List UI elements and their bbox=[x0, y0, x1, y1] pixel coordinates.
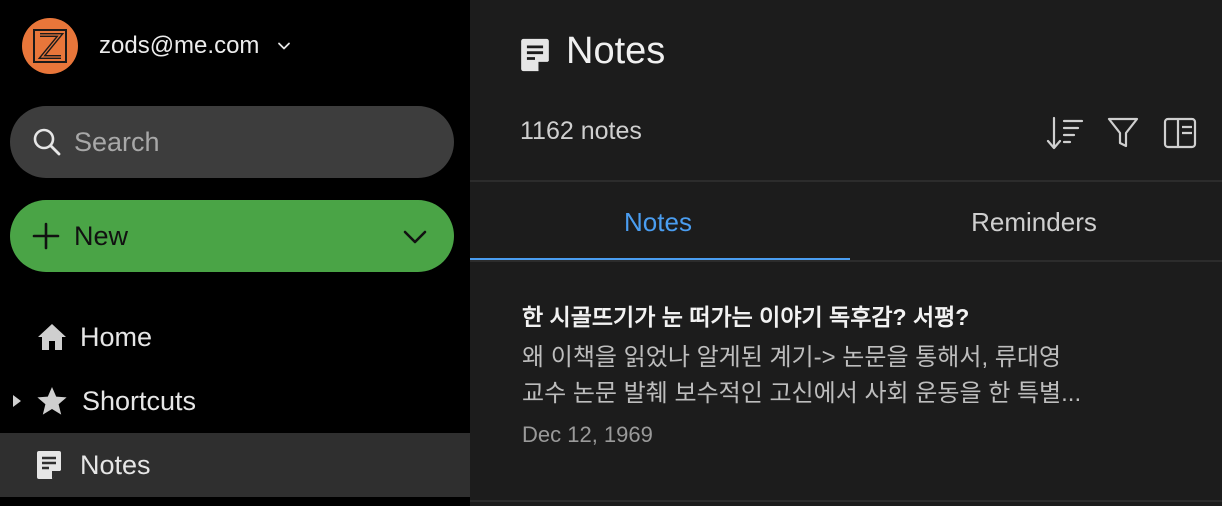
new-button-label: New bbox=[74, 220, 129, 251]
notes-panel: Notes 1162 notes Notes Reminders 한 시골뜨기가… bbox=[470, 0, 1222, 506]
search-input[interactable]: Search bbox=[10, 106, 454, 178]
search-placeholder: Search bbox=[74, 126, 160, 157]
tab-reminders[interactable]: Reminders bbox=[846, 182, 1222, 262]
sidebar-item-home[interactable]: Home bbox=[0, 305, 470, 369]
note-snippet-line: 왜 이책을 읽었나 알게된 계기-> 논문을 통해서, 류대영 bbox=[522, 344, 1062, 371]
search-icon bbox=[33, 128, 61, 156]
account-email: zods@me.com bbox=[99, 32, 260, 59]
chevron-down-icon[interactable] bbox=[402, 224, 428, 250]
note-title: 한 시골뜨기가 눈 떠가는 이야기 독후감? 서평? bbox=[522, 304, 970, 330]
caret-right-icon[interactable] bbox=[12, 394, 22, 408]
new-button[interactable]: New bbox=[10, 200, 454, 272]
home-icon bbox=[38, 324, 66, 350]
chevron-down-icon[interactable] bbox=[277, 39, 291, 53]
sidebar-item-label: Home bbox=[80, 321, 153, 352]
list-item[interactable]: 한 시골뜨기가 눈 떠가는 이야기 독후감? 서평? 왜 이책을 읽었나 알게된… bbox=[522, 298, 1182, 448]
tab-notes[interactable]: Notes bbox=[470, 182, 850, 262]
avatar[interactable] bbox=[22, 18, 78, 74]
tab-bar: Notes Reminders bbox=[470, 182, 1222, 262]
sidebar-item-notes[interactable]: Notes bbox=[0, 433, 470, 497]
divider bbox=[470, 260, 1222, 262]
plus-icon bbox=[32, 222, 60, 250]
layout-icon[interactable] bbox=[1162, 115, 1198, 151]
sidebar: zods@me.com Search New Home Shortcuts No… bbox=[0, 0, 470, 506]
divider bbox=[470, 500, 1222, 502]
sidebar-item-label: Shortcuts bbox=[82, 385, 197, 416]
note-snippet-line: 교수 논문 발췌 보수적인 고신에서 사회 운동을 한 특별... bbox=[522, 380, 1082, 407]
note-icon bbox=[37, 451, 61, 479]
sidebar-item-shortcuts[interactable]: Shortcuts bbox=[0, 369, 470, 433]
note-icon bbox=[521, 38, 549, 72]
star-icon bbox=[37, 387, 67, 415]
sort-icon[interactable] bbox=[1046, 115, 1084, 151]
note-snippet: 왜 이책을 읽었나 알게된 계기-> 논문을 통해서, 류대영 교수 논문 발췌… bbox=[522, 340, 1182, 412]
note-count: 1162 notes bbox=[520, 117, 642, 145]
account-switcher[interactable]: zods@me.com bbox=[22, 18, 291, 74]
notes-header: Notes 1162 notes bbox=[470, 0, 1222, 180]
sidebar-item-label: Notes bbox=[80, 449, 151, 480]
filter-icon[interactable] bbox=[1106, 115, 1140, 151]
avatar-logo-icon bbox=[33, 29, 67, 63]
app-window: zods@me.com Search New Home Shortcuts No… bbox=[0, 0, 1222, 506]
page-title: Notes bbox=[566, 30, 666, 72]
note-date: Dec 12, 1969 bbox=[522, 422, 653, 447]
